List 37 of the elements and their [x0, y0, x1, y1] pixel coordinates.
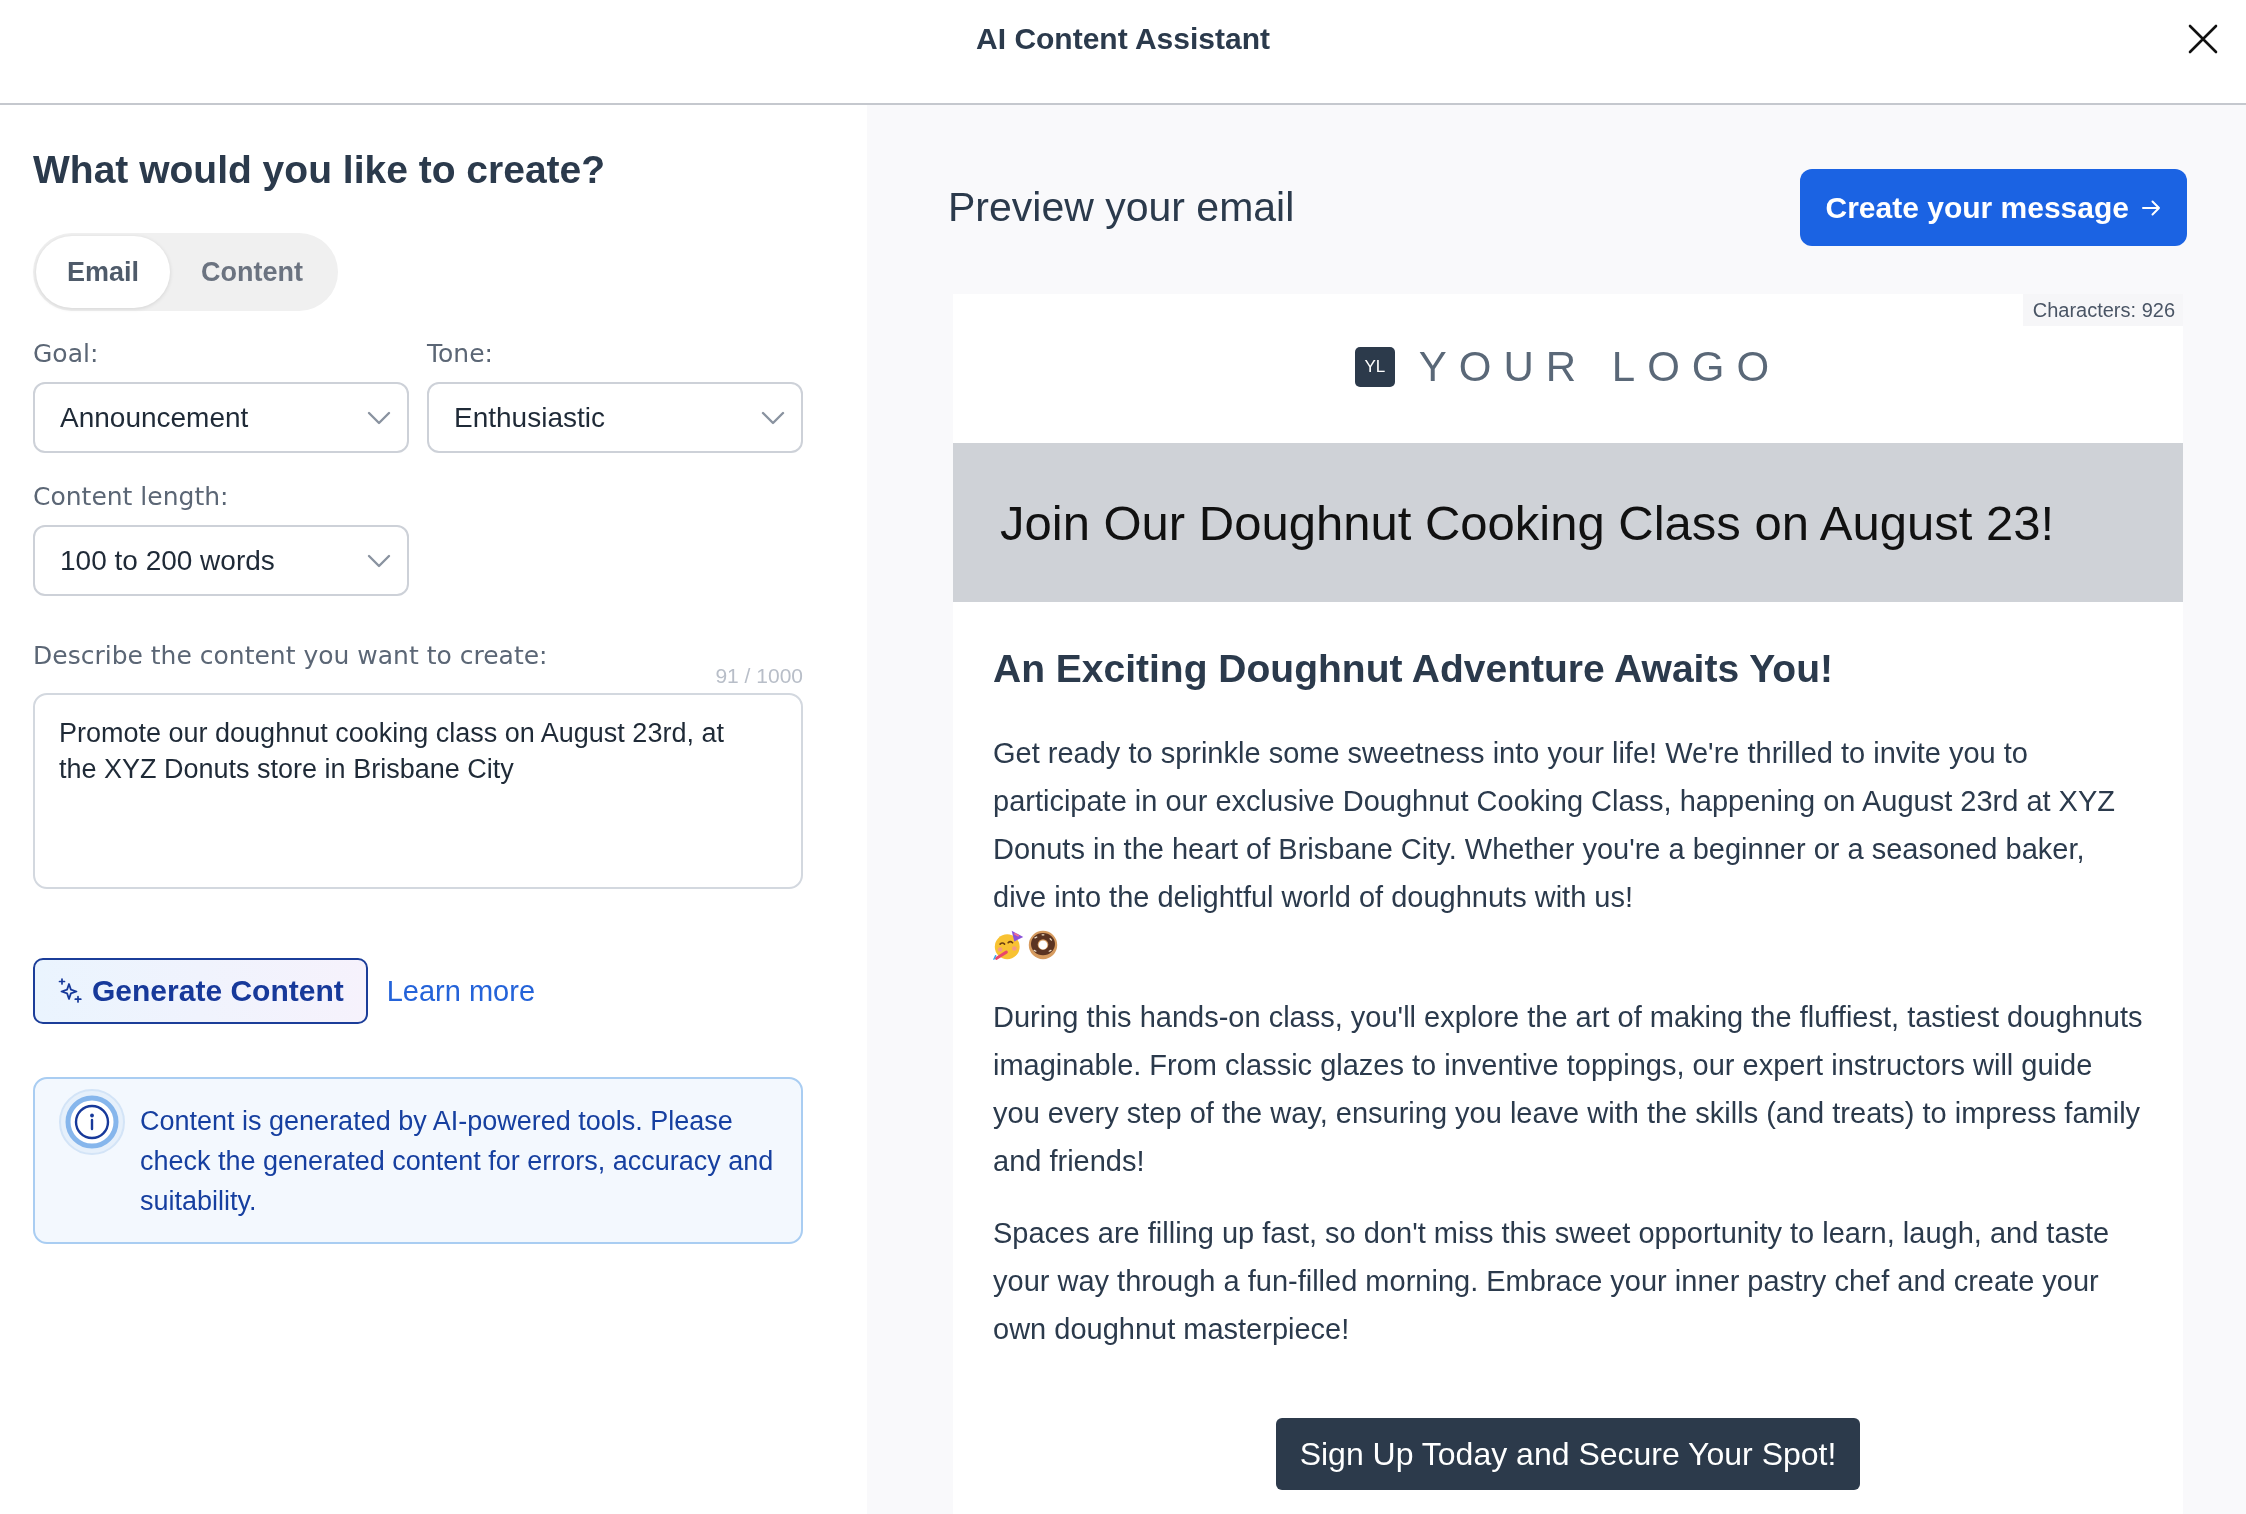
party-face-icon [993, 929, 1025, 961]
form-heading: What would you like to create? [33, 148, 607, 192]
logo-mark: YL [1354, 347, 1395, 387]
field-label: Describe the content you want to create: [33, 640, 548, 672]
description-field[interactable]: Promote our doughnut cooking class on August 23rd, at the XYZ Donuts store in Brisbane City [33, 693, 803, 889]
field-label: Content length: [33, 481, 230, 513]
email-paragraph: During this hands-on class, you'll explore the art of making the fluffiest, tastiest doughnuts imaginable. From classic glazes to inventive toppings, our expert instructors will guide you every step of the way, ensuring you leave with the skills (and treats) to impress family and friends! [993, 1000, 2143, 1179]
chevron-down-icon [367, 553, 391, 568]
dropdown[interactable]: Announcement [33, 382, 409, 453]
signup-button[interactable]: Sign Up Today and Secure Your Spot! [1275, 1418, 1861, 1490]
field-label: Goal: [33, 338, 100, 370]
dropdown[interactable]: 100 to 200 words [33, 525, 409, 596]
arrow-right-icon [2141, 197, 2161, 218]
generate-button[interactable]: Generate Content [33, 958, 368, 1024]
chevron-down-icon [761, 410, 785, 425]
preview-heading: Preview your email [948, 184, 1295, 231]
create-message-button[interactable]: Create your message [1799, 169, 2187, 246]
field-label: Tone: [427, 338, 494, 370]
logo-text: YOUR LOGO [1418, 342, 1782, 392]
doughnut-icon [1027, 929, 1059, 961]
mode-tab[interactable]: Content [170, 236, 335, 308]
email-paragraph: Spaces are filling up fast, so don't miss this sweet opportunity to learn, laugh, and taste your way through a fun-filled morning. Embrace your inner pastry chef and create your own doughnut masterpiece! [993, 1216, 2111, 1347]
close-button[interactable] [2188, 24, 2218, 54]
banner-title: Join Our Doughnut Cooking Class on August 23! [1000, 494, 2055, 551]
email-paragraph: Get ready to sprinkle some sweetness into your life! We're thrilled to invite you to participate in our exclusive Doughnut Cooking Class, happening on August 23rd at XYZ Donuts in the heart of Brisbane City. Whether you're a beginner or a seasoned baker, dive into the delightful world of doughnuts with us! [993, 736, 2117, 915]
sparkle-icon [57, 978, 83, 1004]
notice-text: Content is generated by AI-powered tools. Please check the generated content for errors, accuracy and suitability. [140, 1105, 775, 1218]
close-icon [2188, 24, 2218, 54]
character-counter: 91 / 1000 [715, 664, 803, 688]
email-subheading: An Exciting Doughnut Adventure Awaits You! [993, 647, 1834, 691]
mode-tab[interactable]: Email [36, 236, 171, 308]
dialog-title: AI Content Assistant [976, 21, 1270, 57]
info-icon [58, 1088, 126, 1156]
learn-more-link[interactable]: Learn more [386, 974, 536, 1008]
chevron-down-icon [367, 410, 391, 425]
dropdown[interactable]: Enthusiastic [427, 382, 803, 453]
character-count: Characters: 926 [2022, 294, 2183, 326]
